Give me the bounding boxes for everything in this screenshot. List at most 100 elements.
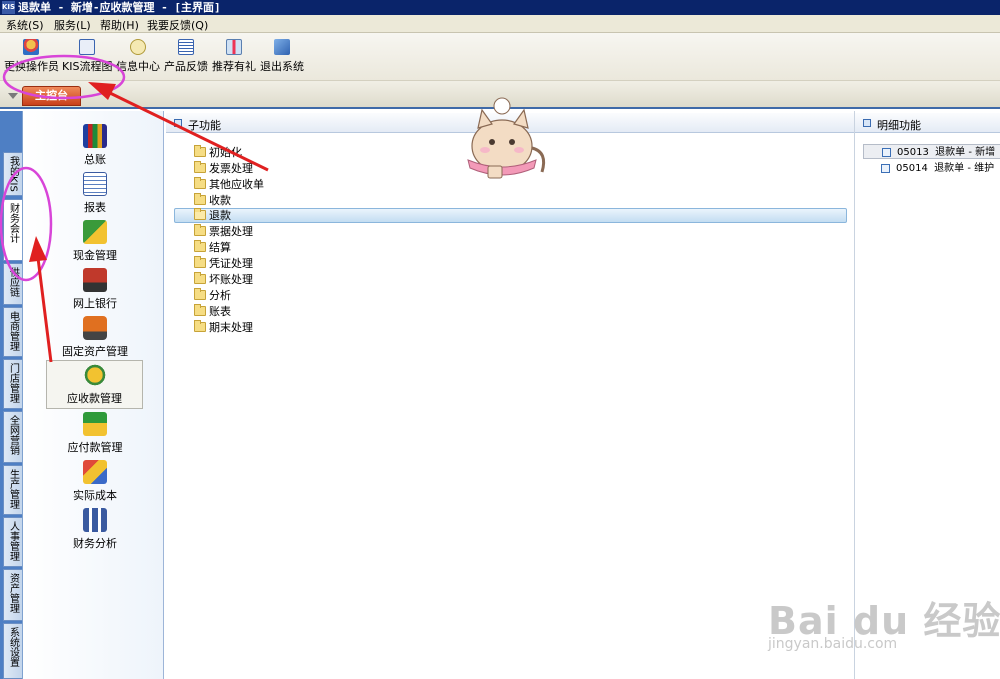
detail-header-title: 明细功能 [877,119,921,132]
vtab-label: 门店管理 [7,363,19,403]
module-payables[interactable]: 应付款管理 [49,410,141,456]
detail-item-refund-maintain[interactable]: 05014 退款单 - 维护 [863,161,1000,176]
vtab-label: 电商管理 [7,311,19,351]
subfunction-label: 发票处理 [209,162,253,175]
module-financial-analysis[interactable]: 财务分析 [49,506,141,552]
menu-help[interactable]: 帮助(H) [100,17,139,33]
flowchart-icon [79,39,95,55]
baidu-jingyan-watermark: Bai du 经验 jingyan.baidu.com [762,570,1000,660]
module-label: 应付款管理 [67,441,123,454]
module-panel: 总账 报表 现金管理 网上银行 固定资产管理 应收款管理 应付款管理 实际成本 … [22,111,164,679]
cat-mascot-sticker [467,97,546,179]
kis-flowchart-button[interactable]: KIS流程图 [62,39,112,77]
toolbar: 更换操作员 KIS流程图 信息中心 产品反馈 推荐有礼 退出系统 [0,33,1000,81]
menu-system[interactable]: 系统(S) [6,17,44,33]
subfunction-label: 坏账处理 [209,273,253,286]
panel-square-icon [863,119,871,127]
folder-icon [194,177,206,189]
menu-feedback[interactable]: 我要反馈(Q) [147,17,208,33]
document-icon [881,164,890,173]
detail-code: 05013 [897,147,929,158]
kis-flowchart-label: KIS流程图 [62,60,113,73]
cat-blush-right [514,147,524,153]
vtab-hr[interactable]: 人事管理 [3,517,22,567]
money-bag-icon [82,363,107,387]
tab-dropdown-arrow-icon[interactable] [8,93,18,99]
vtab-assets[interactable]: 资产管理 [3,569,22,621]
subfunction-label: 期末处理 [209,321,253,334]
subfunction-label: 收款 [209,194,231,207]
vtab-store[interactable]: 门店管理 [3,359,22,409]
folder-open-icon [194,208,206,220]
vtab-supply-chain[interactable]: 供应链 [3,263,22,305]
cat-blush-left [480,147,490,153]
subfunction-label: 退款 [209,209,231,222]
folder-icon [194,256,206,268]
module-general-ledger[interactable]: 总账 [49,122,141,168]
title-bar: KIS 退款单 - 新增-应收款管理 - [主界面] [0,0,1000,15]
vtab-my-kis[interactable]: 我的KIS [3,152,22,196]
menu-service[interactable]: 服务(L) [54,17,91,33]
module-actual-cost[interactable]: 实际成本 [49,458,141,504]
subfunction-header-title: 子功能 [188,119,221,132]
module-online-bank[interactable]: 网上银行 [49,266,141,312]
cost-cubes-icon [83,460,107,484]
product-feedback-label: 产品反馈 [164,60,208,73]
detail-code: 05014 [896,163,928,174]
detail-item-refund-new[interactable]: 05013 退款单 - 新增 [863,144,1000,159]
vtab-ecommerce[interactable]: 电商管理 [3,307,22,357]
subfunction-label: 分析 [209,289,231,302]
detail-text: 05013 退款单 - 新增 [897,145,995,160]
folder-icon [194,272,206,284]
exit-system-button[interactable]: 退出系统 [260,39,304,77]
vtab-system[interactable]: 系统设置 [3,623,22,679]
product-feedback-button[interactable]: 产品反馈 [164,39,208,77]
kis-app-icon: KIS [2,1,15,14]
subfunction-label: 结算 [209,241,231,254]
vtab-label: 财务会计 [7,203,19,243]
panel-square-icon [174,119,182,127]
message-icon [130,39,146,55]
module-receivables[interactable]: 应收款管理 [46,360,143,409]
module-label: 网上银行 [73,297,117,310]
vtab-production[interactable]: 生产管理 [3,465,22,515]
vtab-label: 资产管理 [7,573,19,613]
tab-main-console[interactable]: 主控台 [22,86,81,106]
subfunction-label: 账表 [209,305,231,318]
cat-letter-block [487,165,503,179]
recommend-gift-button[interactable]: 推荐有礼 [212,39,256,77]
analysis-icon [83,508,107,532]
menu-bar: 系统(S) 服务(L) 帮助(H) 我要反馈(Q) [0,15,1000,33]
info-center-button[interactable]: 信息中心 [116,39,160,77]
info-center-label: 信息中心 [116,60,160,73]
exit-icon [274,39,290,55]
vtab-label: 供应链 [7,267,19,297]
module-report[interactable]: 报表 [49,170,141,216]
module-label: 固定资产管理 [62,345,128,358]
switch-user-button[interactable]: 更换操作员 [4,39,59,77]
detail-name: 退款单 - 新增 [935,147,996,158]
subfunction-label: 凭证处理 [209,257,253,270]
cat-eye-left [489,139,495,145]
vertical-tab-strip: 我的KIS 财务会计 供应链 电商管理 门店管理 全网营销 生产管理 人事管理 … [0,111,22,679]
small-cat-head [493,97,511,115]
vtab-label: 人事管理 [7,521,19,561]
detail-header: 明细功能 [855,113,1000,133]
payment-icon [83,412,107,436]
module-label: 财务分析 [73,537,117,550]
vtab-label: 我的KIS [7,156,19,192]
module-cash[interactable]: 现金管理 [49,218,141,264]
vtab-label: 系统设置 [7,627,19,667]
report-icon [83,172,107,196]
subfunction-panel: 子功能 初始化 发票处理 其他应收单 收款 退款 票据处理 结算 凭证处理 坏账… [166,111,854,679]
subfunction-selection-highlight [174,208,847,223]
vtab-marketing[interactable]: 全网营销 [3,411,22,463]
vtab-finance[interactable]: 财务会计 [3,199,22,261]
module-fixed-assets[interactable]: 固定资产管理 [49,314,141,360]
folder-icon [194,145,206,157]
window-title: 退款单 - 新增-应收款管理 - [主界面] [18,1,221,14]
cat-eye-right [509,139,515,145]
recommend-gift-label: 推荐有礼 [212,60,256,73]
module-label: 实际成本 [73,489,117,502]
switch-user-label: 更换操作员 [4,60,59,73]
